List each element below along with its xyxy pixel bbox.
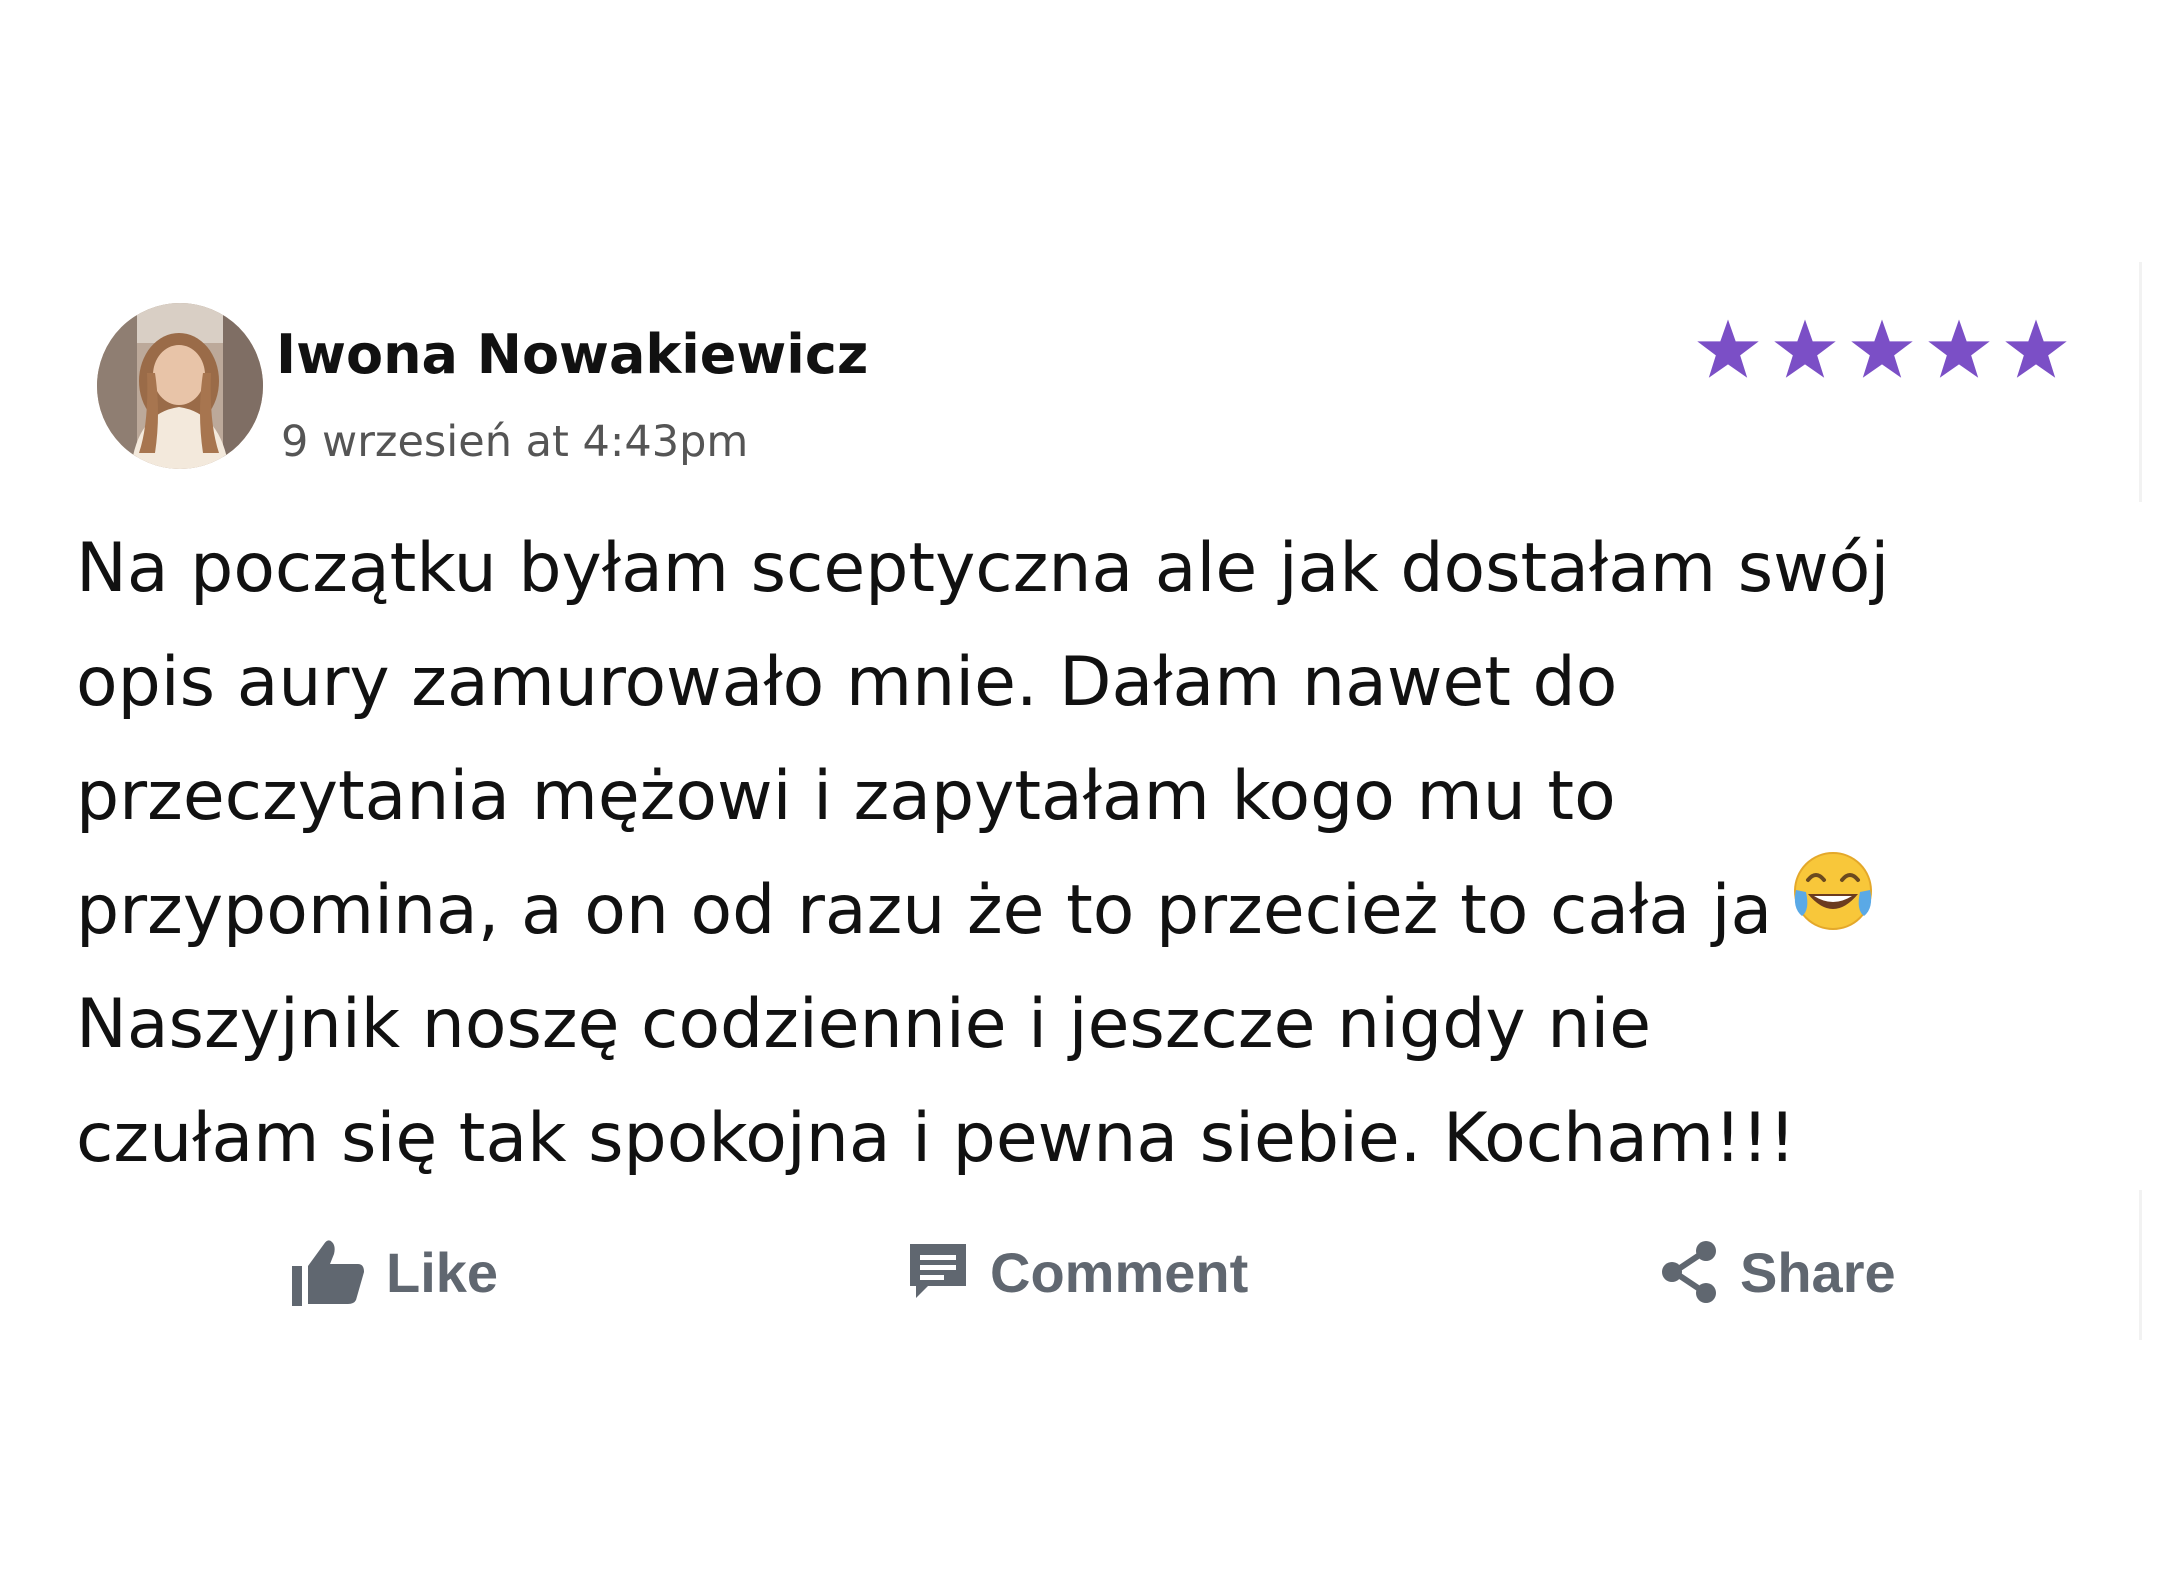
star-icon	[1774, 319, 1836, 378]
post-timestamp[interactable]: 9 wrzesień at 4:43pm	[281, 412, 748, 472]
thumbs-up-icon	[292, 1240, 364, 1306]
divider	[2139, 262, 2142, 502]
review-text: Na początku byłam sceptyczna ale jak dos…	[76, 512, 2126, 1196]
author-name[interactable]: Iwona Nowakiewicz	[276, 320, 868, 390]
share-label: Share	[1740, 1240, 1896, 1304]
review-text-line: opis aury zamurowało mnie. Dałam nawet d…	[76, 643, 1618, 722]
star-icon	[2005, 319, 2067, 378]
star-icon	[1697, 319, 1759, 378]
comment-label: Comment	[990, 1240, 1249, 1304]
review-card: Iwona Nowakiewicz 9 wrzesień at 4:43pm N…	[0, 0, 2176, 1581]
avatar-photo-icon	[97, 303, 263, 469]
star-rating	[1696, 317, 2072, 383]
review-text-line: czułam się tak spokojna i pewna siebie. …	[76, 1099, 1796, 1178]
avatar[interactable]	[97, 303, 263, 469]
star-icon	[1851, 319, 1913, 378]
like-label: Like	[386, 1240, 499, 1304]
comment-button[interactable]: Comment	[906, 1230, 1248, 1314]
review-text-line: Na początku byłam sceptyczna ale jak dos…	[76, 529, 1890, 608]
star-icon	[1928, 319, 1990, 378]
like-button[interactable]: Like	[290, 1230, 498, 1314]
divider	[2139, 1190, 2142, 1340]
face-with-tears-of-joy-emoji-icon	[1792, 850, 1874, 967]
review-text-line: Naszyjnik noszę codziennie i jeszcze nig…	[76, 985, 1652, 1064]
review-text-line: przeczytania mężowi i zapytałam kogo mu …	[76, 757, 1616, 836]
review-text-line-content: przypomina, a on od razu że to przecież …	[76, 871, 1773, 950]
review-text-line: przypomina, a on od razu że to przecież …	[76, 851, 2126, 968]
share-button[interactable]: Share	[1660, 1230, 1896, 1314]
share-icon	[1662, 1241, 1716, 1303]
comment-icon	[910, 1244, 966, 1298]
